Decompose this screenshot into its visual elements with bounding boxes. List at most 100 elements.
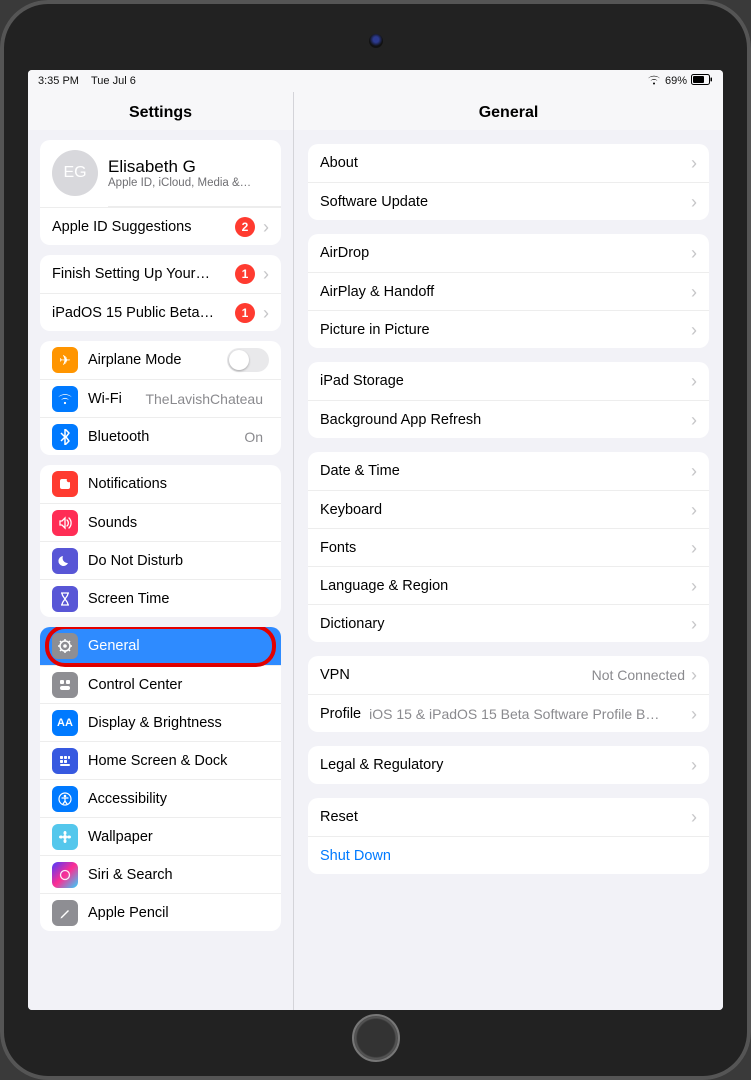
pip-row[interactable]: Picture in Picture › [308, 310, 709, 348]
bluetooth-icon [52, 424, 78, 450]
general-row[interactable]: General [40, 627, 281, 665]
finish-setup-row[interactable]: Finish Setting Up Your… 1 › [40, 255, 281, 293]
hourglass-icon [52, 586, 78, 612]
vpn-row[interactable]: VPN Not Connected › [308, 656, 709, 694]
notifications-row[interactable]: Notifications [40, 465, 281, 503]
bluetooth-value: On [244, 429, 263, 445]
airdrop-row[interactable]: AirDrop › [308, 234, 709, 272]
label: Dictionary [320, 616, 691, 632]
label: Control Center [88, 677, 269, 693]
label: Profile [320, 706, 361, 722]
settings-sidebar[interactable]: Settings EG Elisabeth G Apple ID, iCloud… [28, 92, 294, 1010]
legal-row[interactable]: Legal & Regulatory › [308, 746, 709, 784]
chevron-icon: › [263, 304, 269, 322]
battery-icon [691, 74, 713, 88]
connectivity-group: ✈ Airplane Mode Wi-Fi TheLavishChateau [40, 341, 281, 455]
sliders-icon [52, 672, 78, 698]
profile-group: EG Elisabeth G Apple ID, iCloud, Media &… [40, 140, 281, 245]
notifications-group: Notifications Sounds Do Not Disturb [40, 465, 281, 617]
label: Background App Refresh [320, 412, 691, 428]
airplane-icon: ✈ [52, 347, 78, 373]
storage-group: iPad Storage › Background App Refresh › [308, 362, 709, 438]
chevron-icon: › [691, 615, 697, 633]
ipad-device-frame: 3:35 PM Tue Jul 6 69% Settings [0, 0, 751, 1080]
airplane-switch[interactable] [227, 348, 269, 372]
label: Accessibility [88, 791, 269, 807]
chevron-icon: › [691, 411, 697, 429]
label: Bluetooth [88, 429, 244, 445]
profile-row[interactable]: Profile iOS 15 & iPadOS 15 Beta Software… [308, 694, 709, 732]
status-left: 3:35 PM Tue Jul 6 [38, 75, 136, 87]
label: Wallpaper [88, 829, 269, 845]
label: Screen Time [88, 591, 269, 607]
avatar: EG [52, 150, 98, 196]
chevron-icon: › [691, 577, 697, 595]
screentime-row[interactable]: Screen Time [40, 579, 281, 617]
badge: 2 [235, 217, 255, 237]
wallpaper-row[interactable]: Wallpaper [40, 817, 281, 855]
chevron-icon: › [263, 218, 269, 236]
person-icon [52, 786, 78, 812]
label: iPadOS 15 Public Beta… [52, 305, 235, 321]
language-row[interactable]: Language & Region › [308, 566, 709, 604]
reset-row[interactable]: Reset › [308, 798, 709, 836]
badge: 1 [235, 264, 255, 284]
control-center-row[interactable]: Control Center [40, 665, 281, 703]
dnd-row[interactable]: Do Not Disturb [40, 541, 281, 579]
label: VPN [320, 667, 592, 683]
airplane-mode-row[interactable]: ✈ Airplane Mode [40, 341, 281, 379]
software-update-row[interactable]: Software Update › [308, 182, 709, 220]
label: Software Update [320, 194, 691, 210]
bluetooth-row[interactable]: Bluetooth On [40, 417, 281, 455]
speaker-icon [52, 510, 78, 536]
legal-group: Legal & Regulatory › [308, 746, 709, 784]
label: AirPlay & Handoff [320, 284, 691, 300]
label: Apple Pencil [88, 905, 269, 921]
grid-icon [52, 748, 78, 774]
label: AirDrop [320, 245, 691, 261]
sidebar-title: Settings [28, 92, 293, 130]
airplay-row[interactable]: AirPlay & Handoff › [308, 272, 709, 310]
homescreen-row[interactable]: Home Screen & Dock [40, 741, 281, 779]
label: Keyboard [320, 502, 691, 518]
label: Reset [320, 809, 691, 825]
chevron-icon: › [691, 283, 697, 301]
beta-update-row[interactable]: iPadOS 15 Public Beta… 1 › [40, 293, 281, 331]
text-size-icon: AA [52, 710, 78, 736]
camera-icon [369, 34, 383, 48]
general-detail-panel[interactable]: General About › Software Update › AirDro… [294, 92, 723, 1010]
label: Finish Setting Up Your… [52, 266, 235, 282]
display-row[interactable]: AA Display & Brightness [40, 703, 281, 741]
home-button[interactable] [352, 1014, 400, 1062]
apple-id-suggestions[interactable]: Apple ID Suggestions 2 › [40, 207, 281, 245]
apple-id-row[interactable]: EG Elisabeth G Apple ID, iCloud, Media &… [40, 140, 281, 206]
label: Date & Time [320, 463, 691, 479]
siri-row[interactable]: Siri & Search [40, 855, 281, 893]
label: Display & Brightness [88, 715, 269, 731]
dictionary-row[interactable]: Dictionary › [308, 604, 709, 642]
pencil-icon [52, 900, 78, 926]
fonts-row[interactable]: Fonts › [308, 528, 709, 566]
chevron-icon: › [691, 666, 697, 684]
pencil-row[interactable]: Apple Pencil [40, 893, 281, 931]
label: Airplane Mode [88, 352, 227, 368]
label: Siri & Search [88, 867, 269, 883]
label: Sounds [88, 515, 269, 531]
wifi-icon [52, 386, 78, 412]
label: Apple ID Suggestions [52, 219, 235, 235]
siri-icon [52, 862, 78, 888]
detail-title: General [294, 92, 723, 130]
shutdown-row[interactable]: Shut Down [308, 836, 709, 874]
bg-refresh-row[interactable]: Background App Refresh › [308, 400, 709, 438]
chevron-icon: › [691, 193, 697, 211]
wifi-row[interactable]: Wi-Fi TheLavishChateau [40, 379, 281, 417]
sounds-row[interactable]: Sounds [40, 503, 281, 541]
about-row[interactable]: About › [308, 144, 709, 182]
chevron-icon: › [691, 808, 697, 826]
keyboard-row[interactable]: Keyboard › [308, 490, 709, 528]
label: Language & Region [320, 578, 691, 594]
accessibility-row[interactable]: Accessibility [40, 779, 281, 817]
datetime-row[interactable]: Date & Time › [308, 452, 709, 490]
storage-row[interactable]: iPad Storage › [308, 362, 709, 400]
chevron-icon: › [691, 154, 697, 172]
